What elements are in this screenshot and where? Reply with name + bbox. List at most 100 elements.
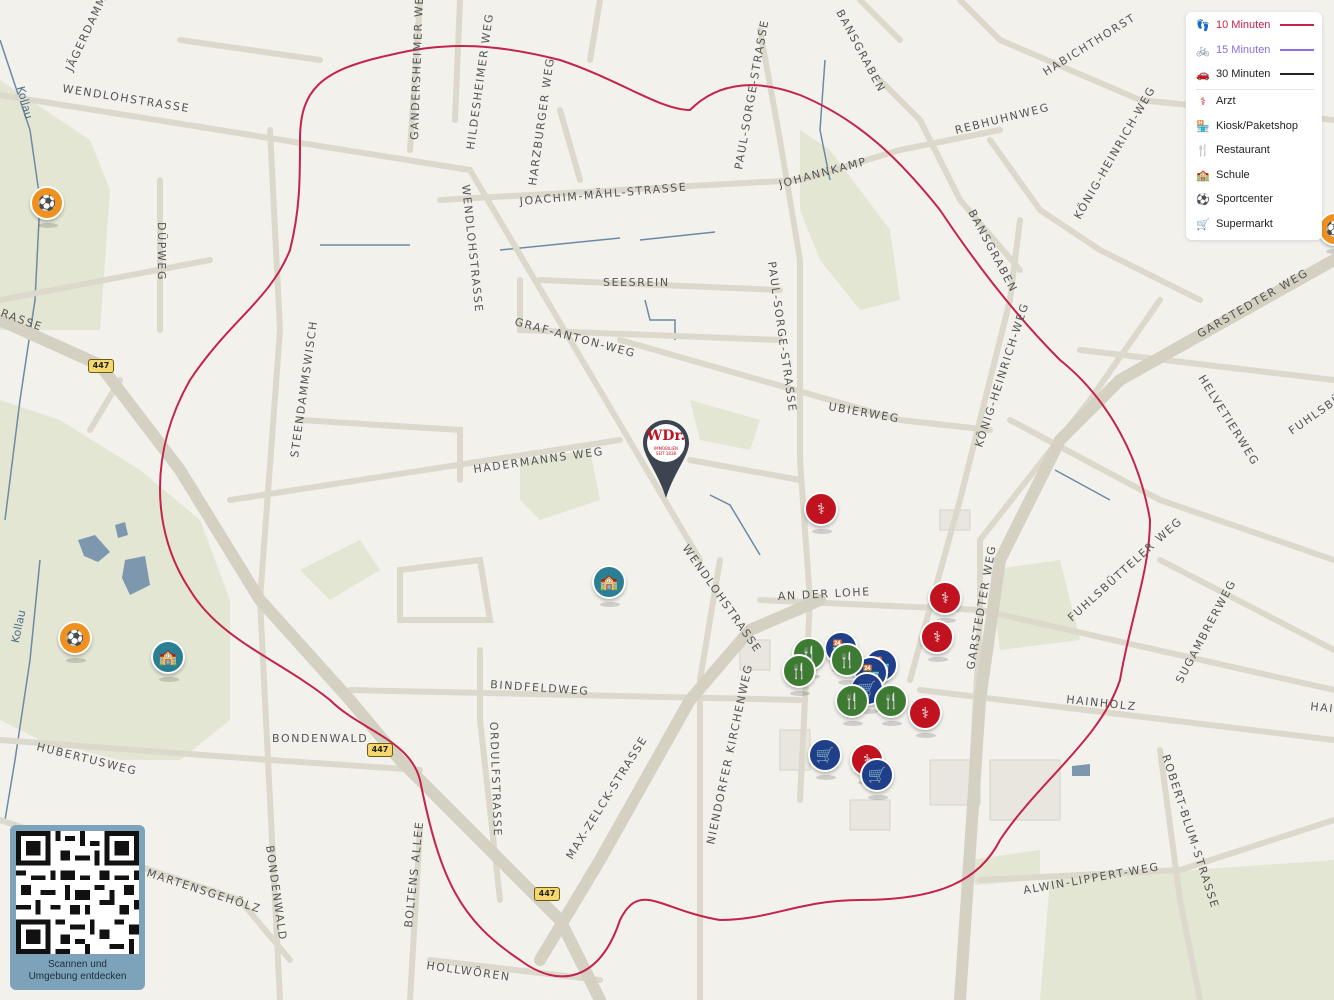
legend-label: 10 Minuten (1216, 19, 1271, 31)
street-label: BANSGRABEN (833, 7, 888, 95)
street-label: FUHLSBÜTTELER WEG (1065, 515, 1185, 625)
legend-car-30[interactable]: 🚗 30 Minuten (1196, 65, 1314, 83)
poi-restaurant[interactable]: 🍴 (830, 643, 864, 685)
cutlery-icon: 🍴 (842, 692, 862, 710)
street-label: GANDERSHEIMER WEG (408, 0, 426, 140)
marker-logo: WDr. (646, 428, 686, 444)
poi-arzt[interactable]: ⚕ (908, 696, 942, 738)
street-label: RASSE (0, 307, 44, 334)
street-label: PAUL-SORGE-STRASSE (765, 261, 799, 414)
legend-label: Sportcenter (1216, 193, 1273, 205)
street-label: HAINHOLZ (1066, 693, 1138, 713)
legend-label: Arzt (1216, 95, 1236, 107)
legend-label: 15 Minuten (1216, 44, 1271, 56)
street-label: BOLTENS ALLEE (402, 820, 426, 928)
stadium-icon: ⚽ (1196, 193, 1210, 206)
stadium-icon: ⚽ (37, 194, 57, 212)
poi-restaurant[interactable]: 🍴 (835, 684, 869, 726)
bike-icon: 🚲 (1196, 44, 1210, 57)
stethoscope-icon: ⚕ (1200, 95, 1206, 108)
street-label: BINDFELDWEG (490, 678, 590, 698)
street-label: PAUL-SORGE-STRASSE (732, 18, 771, 170)
street-label: WENDLOHSTRASSE (680, 542, 765, 655)
car-icon: 🚗 (1196, 68, 1210, 81)
street-label: KÖNIG-HEINRICH-WEG (1071, 84, 1158, 222)
qr-code-box[interactable]: Scannen und Umgebung entdecken (10, 825, 145, 990)
map-legend: 👣 10 Minuten 🚲 15 Minuten 🚗 30 Minuten ⚕… (1186, 12, 1322, 240)
legend-schule[interactable]: 🏫 Schule (1196, 166, 1314, 184)
poi-arzt[interactable]: ⚕ (804, 492, 838, 534)
cutlery-icon: 🍴 (1196, 144, 1210, 157)
cutlery-icon: 🍴 (789, 662, 809, 680)
stethoscope-icon: ⚕ (816, 500, 826, 518)
poi-restaurant[interactable]: 🍴 (782, 654, 816, 696)
property-marker[interactable]: WDr. IMMOBILIEN SEIT 1838 (641, 418, 691, 500)
map-canvas[interactable]: JÄGERDAMM WENDLOHSTRASSE GANDERSHEIMER W… (0, 0, 1334, 1000)
legend-divider (1196, 89, 1314, 90)
route-badge: 447 (367, 743, 393, 757)
legend-line (1280, 73, 1314, 75)
poi-sportcenter[interactable]: ⚽ (58, 621, 92, 663)
legend-restaurant[interactable]: 🍴 Restaurant (1196, 141, 1314, 159)
street-label: ALWIN-LIPPERT-WEG (1022, 860, 1160, 897)
legend-label: Schule (1216, 169, 1250, 181)
legend-label: Supermarkt (1216, 218, 1273, 230)
street-label: HILDESHEIMER WEG (464, 12, 496, 151)
street-label: REBHUHNWEG (954, 101, 1052, 137)
street-label: AN DER LOHE (777, 585, 871, 603)
legend-line (1280, 49, 1314, 51)
school-icon: 🏫 (599, 573, 619, 591)
stethoscope-icon: ⚕ (920, 704, 930, 722)
school-icon: 🏫 (1196, 169, 1210, 182)
walk-icon: 👣 (1196, 19, 1210, 32)
street-label: GRAF-ANTON-WEG (513, 315, 637, 360)
poi-schule[interactable]: 🏫 (151, 640, 185, 682)
street-label: JOACHIM-MÄHL-STRASSE (518, 180, 688, 208)
street-label: HUBERTUSWEG (35, 740, 138, 778)
street-label: HOLLWÖREN (426, 959, 512, 984)
stethoscope-icon: ⚕ (940, 589, 950, 607)
street-label: GARSTEDTER WEG (964, 544, 999, 671)
street-label: KÖNIG-HEINRICH-WEG (972, 301, 1031, 449)
marker-logo-sub: SEIT 1838 (655, 451, 677, 456)
stadium-icon: ⚽ (65, 629, 85, 647)
poi-supermarkt[interactable]: 🛒 (808, 738, 842, 780)
street-label: BONDENWALD (263, 845, 289, 942)
cart-icon: 🛒 (815, 746, 835, 764)
legend-label: 30 Minuten (1216, 68, 1271, 80)
street-label: MAX-ZELCK-STRASSE (564, 734, 651, 862)
stadium-icon: ⚽ (1326, 220, 1334, 238)
street-label: JÄGERDAMM (63, 0, 110, 74)
legend-arzt[interactable]: ⚕ Arzt (1196, 92, 1314, 110)
school-icon: 🏫 (158, 648, 178, 666)
legend-bike-15[interactable]: 🚲 15 Minuten (1196, 41, 1314, 59)
street-label: SUGAMBRERWEG (1173, 577, 1239, 685)
legend-supermarkt[interactable]: 🛒 Supermarkt (1196, 215, 1314, 233)
poi-restaurant[interactable]: 🍴 (874, 684, 908, 726)
street-label: HADERMANNS WEG (473, 445, 605, 476)
legend-line (1280, 24, 1314, 26)
poi-schule[interactable]: 🏫 (592, 565, 626, 607)
street-label: ORDULFSTRASSE (487, 722, 504, 838)
poi-supermarkt[interactable]: 🛒 (860, 758, 894, 800)
poi-arzt[interactable]: ⚕ (920, 620, 954, 662)
route-badge: 447 (534, 887, 560, 901)
street-label: HARZBURGER WEG (526, 56, 557, 186)
street-label: SEESREIN (603, 276, 670, 289)
legend-walk-10[interactable]: 👣 10 Minuten (1196, 16, 1314, 34)
street-label: UBIERWEG (827, 400, 900, 425)
street-label: WENDLOHSTRASSE (459, 184, 485, 314)
street-label: WENDLOHSTRASSE (62, 82, 191, 115)
legend-sportcenter[interactable]: ⚽ Sportcenter (1196, 190, 1314, 208)
street-label: DÜPWEG (155, 222, 168, 281)
street-label: HAI (1310, 700, 1334, 715)
poi-arzt[interactable]: ⚕ (928, 581, 962, 623)
poi-sportcenter[interactable]: ⚽ (30, 186, 64, 228)
legend-kiosk[interactable]: 🏪 Kiosk/Paketshop (1196, 117, 1314, 135)
street-labels: JÄGERDAMM WENDLOHSTRASSE GANDERSHEIMER W… (0, 0, 1334, 984)
street-label: BONDENWALD (272, 732, 368, 745)
cart-icon: 🛒 (1196, 218, 1210, 231)
cutlery-icon: 🍴 (881, 692, 901, 710)
route-badge: 447 (88, 359, 114, 373)
qr-caption-line: Umgebung entdecken (28, 971, 127, 982)
